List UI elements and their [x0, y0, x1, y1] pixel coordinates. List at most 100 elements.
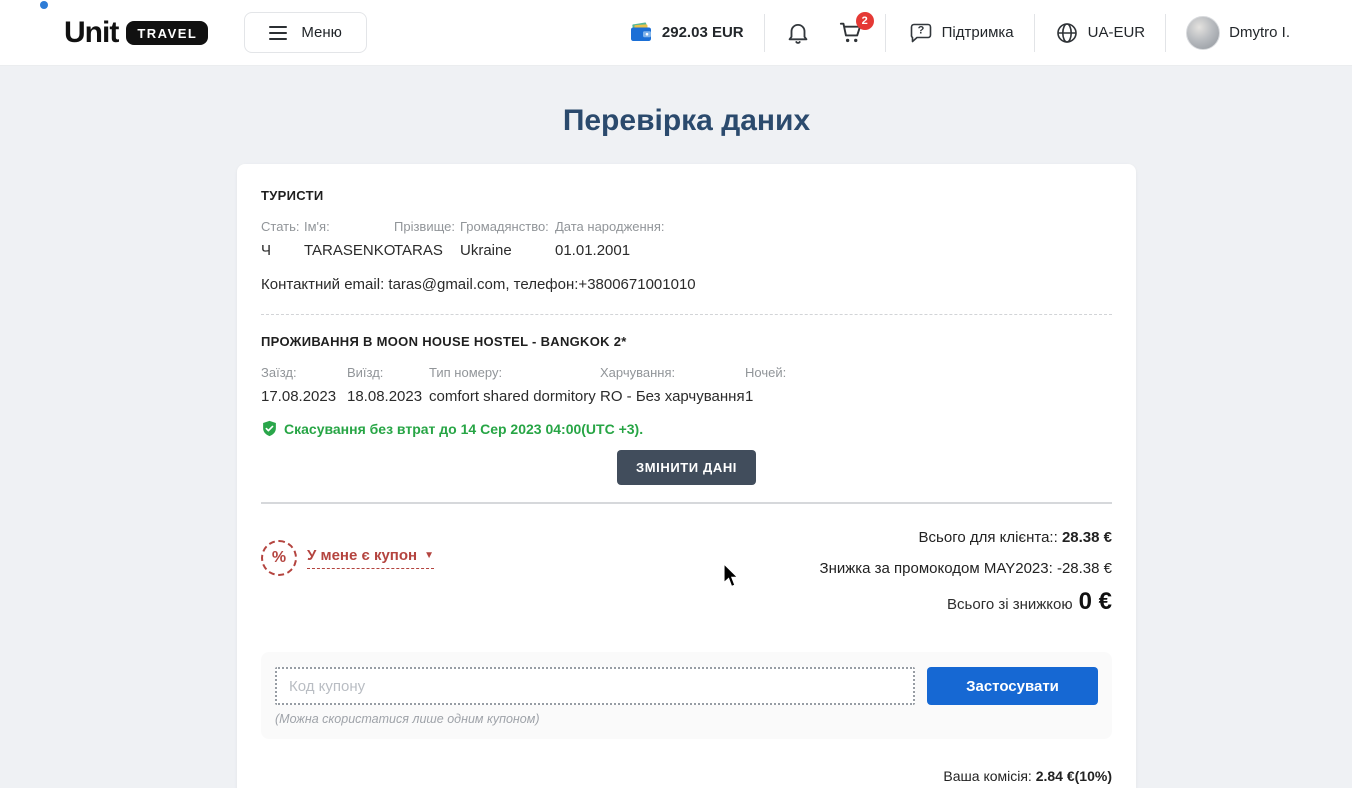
change-data-button[interactable]: ЗМІНИТИ ДАНІ: [617, 450, 756, 485]
coupon-toggle[interactable]: % У мене є купон ▼: [261, 538, 434, 578]
commission-value: 2.84 €(10%): [1036, 768, 1112, 784]
field-label: Дата народження:: [555, 219, 1112, 234]
promo-discount-value: -28.38 €: [1057, 560, 1112, 577]
field-label: Заїзд:: [261, 365, 347, 380]
field-label: Виїзд:: [347, 365, 429, 380]
tourist-field-firstname: Ім'я: TARASENKO: [304, 219, 394, 259]
user-avatar: [1186, 16, 1220, 50]
discounted-total-line: Всього зі знижкою 0 €: [947, 588, 1112, 616]
menu-button[interactable]: Меню: [244, 12, 367, 53]
notifications-bell[interactable]: [785, 20, 811, 46]
commission-label: Ваша комісія:: [943, 768, 1031, 784]
user-account-menu[interactable]: Dmytro I.: [1186, 16, 1290, 50]
cart-button[interactable]: 2: [837, 19, 865, 46]
accommodation-field-roomtype: Тип номеру: comfort shared dormitory: [429, 365, 600, 405]
main-content: Перевірка даних ТУРИСТИ Стать: Ч Ім'я: T…: [237, 104, 1136, 788]
unit-travel-logo[interactable]: Unit TRAVEL: [64, 16, 208, 50]
wallet-balance[interactable]: 292.03 EUR: [630, 22, 744, 43]
field-value: 01.01.2001: [555, 242, 1112, 259]
commission-block: Ваша комісія: 2.84 €(10%) До сплати аген…: [261, 755, 1112, 788]
field-value: RO - Без харчування: [600, 388, 745, 405]
totals-block: Всього для клієнта:: 28.38 € Знижка за п…: [820, 522, 1112, 616]
hamburger-icon: [269, 26, 287, 40]
section-divider: [261, 502, 1112, 504]
logo-dot: [40, 1, 48, 9]
accommodation-section-title: ПРОЖИВАННЯ В MOON HOUSE HOSTEL - BANGKOK…: [261, 334, 1112, 349]
field-label: Тип номеру:: [429, 365, 600, 380]
field-value: Ukraine: [460, 242, 555, 259]
header-divider: [1034, 14, 1035, 52]
field-label: Громадянство:: [460, 219, 555, 234]
locale-label: UA-EUR: [1088, 24, 1146, 41]
support-label: Підтримка: [942, 24, 1014, 41]
coupon-input-panel: Застосувати (Можна скористатися лише одн…: [261, 652, 1112, 739]
accommodation-field-checkin: Заїзд: 17.08.2023: [261, 365, 347, 405]
bell-icon: [785, 20, 811, 46]
accommodation-field-nights: Ночей: 1: [745, 365, 1112, 405]
tourist-field-citizenship: Громадянство: Ukraine: [460, 219, 555, 259]
logo-text: Unit: [64, 16, 118, 50]
page-title: Перевірка даних: [237, 104, 1136, 138]
header-right-cluster: 292.03 EUR 2: [630, 14, 1290, 52]
accommodation-field-meals: Харчування: RO - Без харчування: [600, 365, 745, 405]
coupon-input-row: Застосувати: [275, 667, 1098, 705]
locale-currency-selector[interactable]: UA-EUR: [1055, 21, 1146, 45]
header-divider: [764, 14, 765, 52]
wallet-icon: [630, 22, 653, 43]
discounted-total-value: 0 €: [1079, 588, 1112, 616]
top-navigation-bar: Unit TRAVEL Меню 292.03 EUR: [0, 0, 1352, 66]
field-value: comfort shared dormitory: [429, 388, 600, 405]
field-label: Харчування:: [600, 365, 745, 380]
dashed-divider: [261, 314, 1112, 315]
wallet-balance-amount: 292.03 EUR: [662, 24, 744, 41]
field-value: Ч: [261, 242, 304, 259]
accommodation-fields-row: Заїзд: 17.08.2023 Виїзд: 18.08.2023 Тип …: [261, 365, 1112, 405]
client-total-value: 28.38 €: [1062, 529, 1112, 546]
tourist-fields-row: Стать: Ч Ім'я: TARASENKO Прізвище: TARAS…: [261, 219, 1112, 259]
commission-line: Ваша комісія: 2.84 €(10%): [943, 768, 1112, 784]
cancellation-text: Скасування без втрат до 14 Сер 2023 04:0…: [284, 421, 643, 437]
header-divider: [885, 14, 886, 52]
apply-coupon-button[interactable]: Застосувати: [927, 667, 1098, 705]
tourist-field-lastname: Прізвище: TARAS: [394, 219, 460, 259]
coupon-totals-row: % У мене є купон ▼ Всього для клієнта:: …: [261, 522, 1112, 616]
coupon-code-input[interactable]: [275, 667, 915, 705]
client-total-line: Всього для клієнта:: 28.38 €: [919, 529, 1112, 546]
tourists-section-title: ТУРИСТИ: [261, 188, 1112, 203]
field-label: Ім'я:: [304, 219, 394, 234]
coupon-toggle-label: У мене є купон: [307, 547, 417, 564]
coupon-toggle-label-wrap: У мене є купон ▼: [307, 547, 434, 569]
header-divider: [1165, 14, 1166, 52]
tourist-contact-info: Контактний email: taras@gmail.com, телеф…: [261, 276, 1112, 293]
field-label: Ночей:: [745, 365, 1112, 380]
menu-button-label: Меню: [301, 24, 342, 41]
field-value: TARAS: [394, 242, 460, 259]
support-chat-icon: ?: [906, 20, 933, 45]
tourist-field-birthdate: Дата народження: 01.01.2001: [555, 219, 1112, 259]
discounted-total-label: Всього зі знижкою: [947, 596, 1073, 613]
logo-travel-badge: TRAVEL: [126, 21, 208, 45]
field-value: 1: [745, 388, 1112, 405]
percent-stamp-icon: %: [261, 540, 297, 576]
field-value: 18.08.2023: [347, 388, 429, 405]
svg-text:?: ?: [917, 25, 924, 37]
field-label: Стать:: [261, 219, 304, 234]
field-value: 17.08.2023: [261, 388, 347, 405]
promo-discount-line: Знижка за промокодом MAY2023: -28.38 €: [820, 560, 1112, 577]
client-total-label: Всього для клієнта::: [919, 529, 1058, 546]
tourist-field-gender: Стать: Ч: [261, 219, 304, 259]
support-button[interactable]: ? Підтримка: [906, 20, 1014, 45]
coupon-note: (Можна скористатися лише одним купоном): [275, 712, 1098, 726]
user-name: Dmytro I.: [1229, 24, 1290, 41]
globe-icon: [1055, 21, 1079, 45]
field-label: Прізвище:: [394, 219, 460, 234]
accommodation-field-checkout: Виїзд: 18.08.2023: [347, 365, 429, 405]
promo-discount-label: Знижка за промокодом MAY2023:: [820, 560, 1053, 577]
booking-review-card: ТУРИСТИ Стать: Ч Ім'я: TARASENKO Прізвищ…: [237, 164, 1136, 788]
shield-check-icon: [261, 420, 278, 437]
percent-glyph: %: [272, 549, 286, 567]
chevron-down-icon: ▼: [424, 550, 434, 561]
free-cancellation-notice: Скасування без втрат до 14 Сер 2023 04:0…: [261, 420, 1112, 437]
field-value: TARASENKO: [304, 242, 394, 259]
cart-count-badge: 2: [856, 12, 874, 30]
